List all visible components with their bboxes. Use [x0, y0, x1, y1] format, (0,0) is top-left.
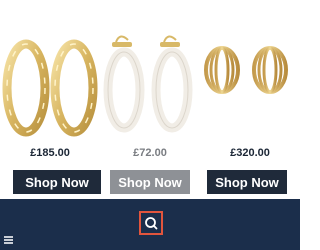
shop-now-button[interactable]: Shop Now	[13, 170, 101, 194]
product-card: £185.00 Shop Now	[0, 0, 101, 198]
shop-now-button[interactable]: Shop Now	[207, 170, 287, 194]
white-hoop-earrings-image[interactable]	[102, 28, 198, 138]
product-card: £320.00 Shop Now	[200, 0, 300, 198]
product-carousel: £185.00 Shop Now £72.00 Shop Now £320.00…	[0, 0, 300, 198]
footer-bar	[0, 199, 300, 250]
menu-icon[interactable]	[4, 236, 13, 244]
gold-hoop-earrings-image[interactable]	[2, 28, 98, 138]
product-price: £185.00	[30, 147, 70, 159]
product-card: £72.00 Shop Now	[100, 0, 200, 198]
shop-now-button[interactable]: Shop Now	[110, 170, 190, 194]
gold-huggie-earrings-image[interactable]	[202, 28, 298, 138]
search-icon	[145, 217, 158, 230]
product-price: £72.00	[133, 147, 167, 159]
search-button[interactable]	[139, 211, 163, 235]
product-price: £320.00	[230, 147, 270, 159]
